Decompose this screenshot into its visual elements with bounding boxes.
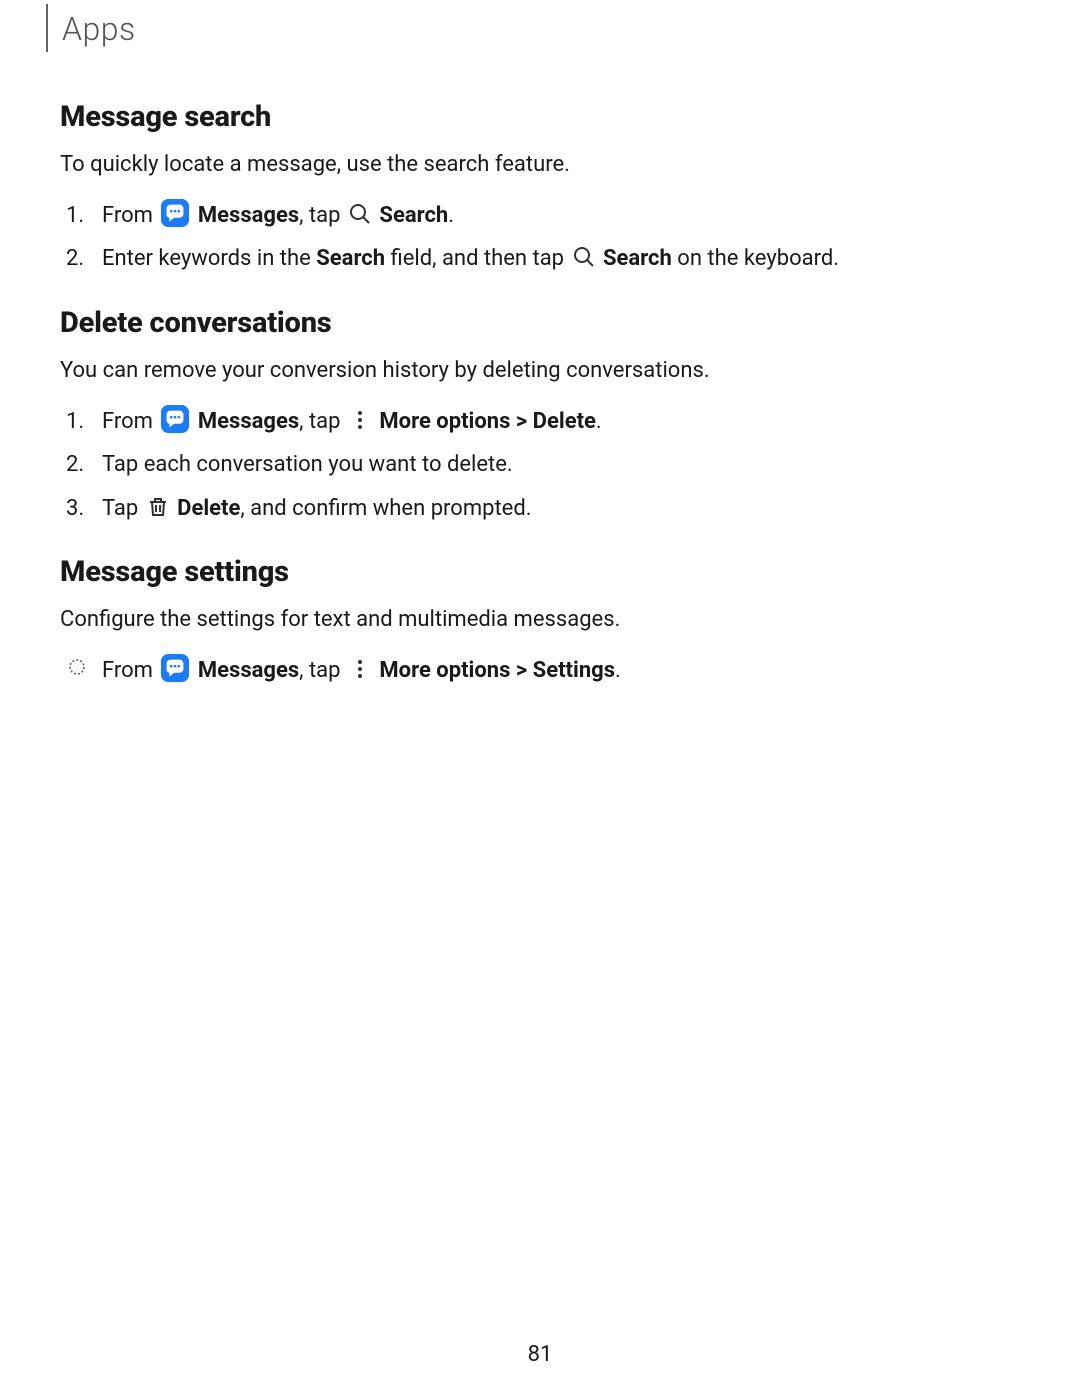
text: From [102,409,158,434]
step-number: 2. [66,446,84,483]
label-search: Search [379,203,448,228]
header-rule [46,4,48,52]
messages-app-icon [160,653,190,683]
dotted-circle-bullet-icon [68,658,86,676]
label-delete: Delete [177,496,240,521]
label-more-options-delete: More options > Delete [379,409,596,434]
label-messages: Messages [198,409,299,434]
more-options-icon [348,408,372,432]
search-icon [572,245,596,269]
page-header: Apps [60,0,1020,48]
step-1: 1. From Messages, tap More options > Del… [102,403,1020,440]
step-number: 1. [66,197,84,234]
header-title: Apps [60,10,1020,48]
heading-message-search: Message search [60,100,1020,134]
text: , tap [299,658,346,683]
label-search-field: Search [316,246,385,271]
intro-message-search: To quickly locate a message, use the sea… [60,148,1020,181]
text: . [615,658,621,683]
step-1: 1. From Messages, tap Search. [102,197,1020,234]
section-message-search: Message search To quickly locate a messa… [60,100,1020,278]
intro-message-settings: Configure the settings for text and mult… [60,603,1020,636]
text: . [448,203,454,228]
heading-message-settings: Message settings [60,555,1020,589]
text: From [102,658,158,683]
label-messages: Messages [198,203,299,228]
label-more-options-settings: More options > Settings [379,658,615,683]
steps-delete-conversations: 1. From Messages, tap More options > Del… [60,403,1020,527]
step-number: 2. [66,240,84,277]
heading-delete-conversations: Delete conversations [60,306,1020,340]
intro-delete-conversations: You can remove your conversion history b… [60,354,1020,387]
steps-message-search: 1. From Messages, tap Search. 2. Enter k… [60,197,1020,278]
steps-message-settings: From Messages, tap More options > Settin… [60,652,1020,689]
text: Tap each conversation you want to delete… [102,452,513,477]
trash-icon [146,495,170,519]
text: Tap [102,496,144,521]
bullet-step: From Messages, tap More options > Settin… [102,652,1020,689]
label-messages: Messages [198,658,299,683]
text: . [596,409,602,434]
page-number: 81 [0,1342,1080,1367]
document-page: Apps Message search To quickly locate a … [0,0,1080,1397]
text: , tap [299,409,346,434]
step-3: 3. Tap Delete, and confirm when prompted… [102,490,1020,527]
text: Enter keywords in the [102,246,316,271]
step-number: 3. [66,490,84,527]
step-number: 1. [66,403,84,440]
messages-app-icon [160,404,190,434]
messages-app-icon [160,198,190,228]
more-options-icon [348,657,372,681]
step-2: 2. Tap each conversation you want to del… [102,446,1020,483]
label-search-key: Search [603,246,672,271]
search-icon [348,202,372,226]
step-2: 2. Enter keywords in the Search field, a… [102,240,1020,277]
text: field, and then tap [385,246,569,271]
text: , tap [299,203,346,228]
text: From [102,203,158,228]
text: , and confirm when prompted. [240,496,531,521]
section-delete-conversations: Delete conversations You can remove your… [60,306,1020,527]
section-message-settings: Message settings Configure the settings … [60,555,1020,689]
text: on the keyboard. [672,246,839,271]
